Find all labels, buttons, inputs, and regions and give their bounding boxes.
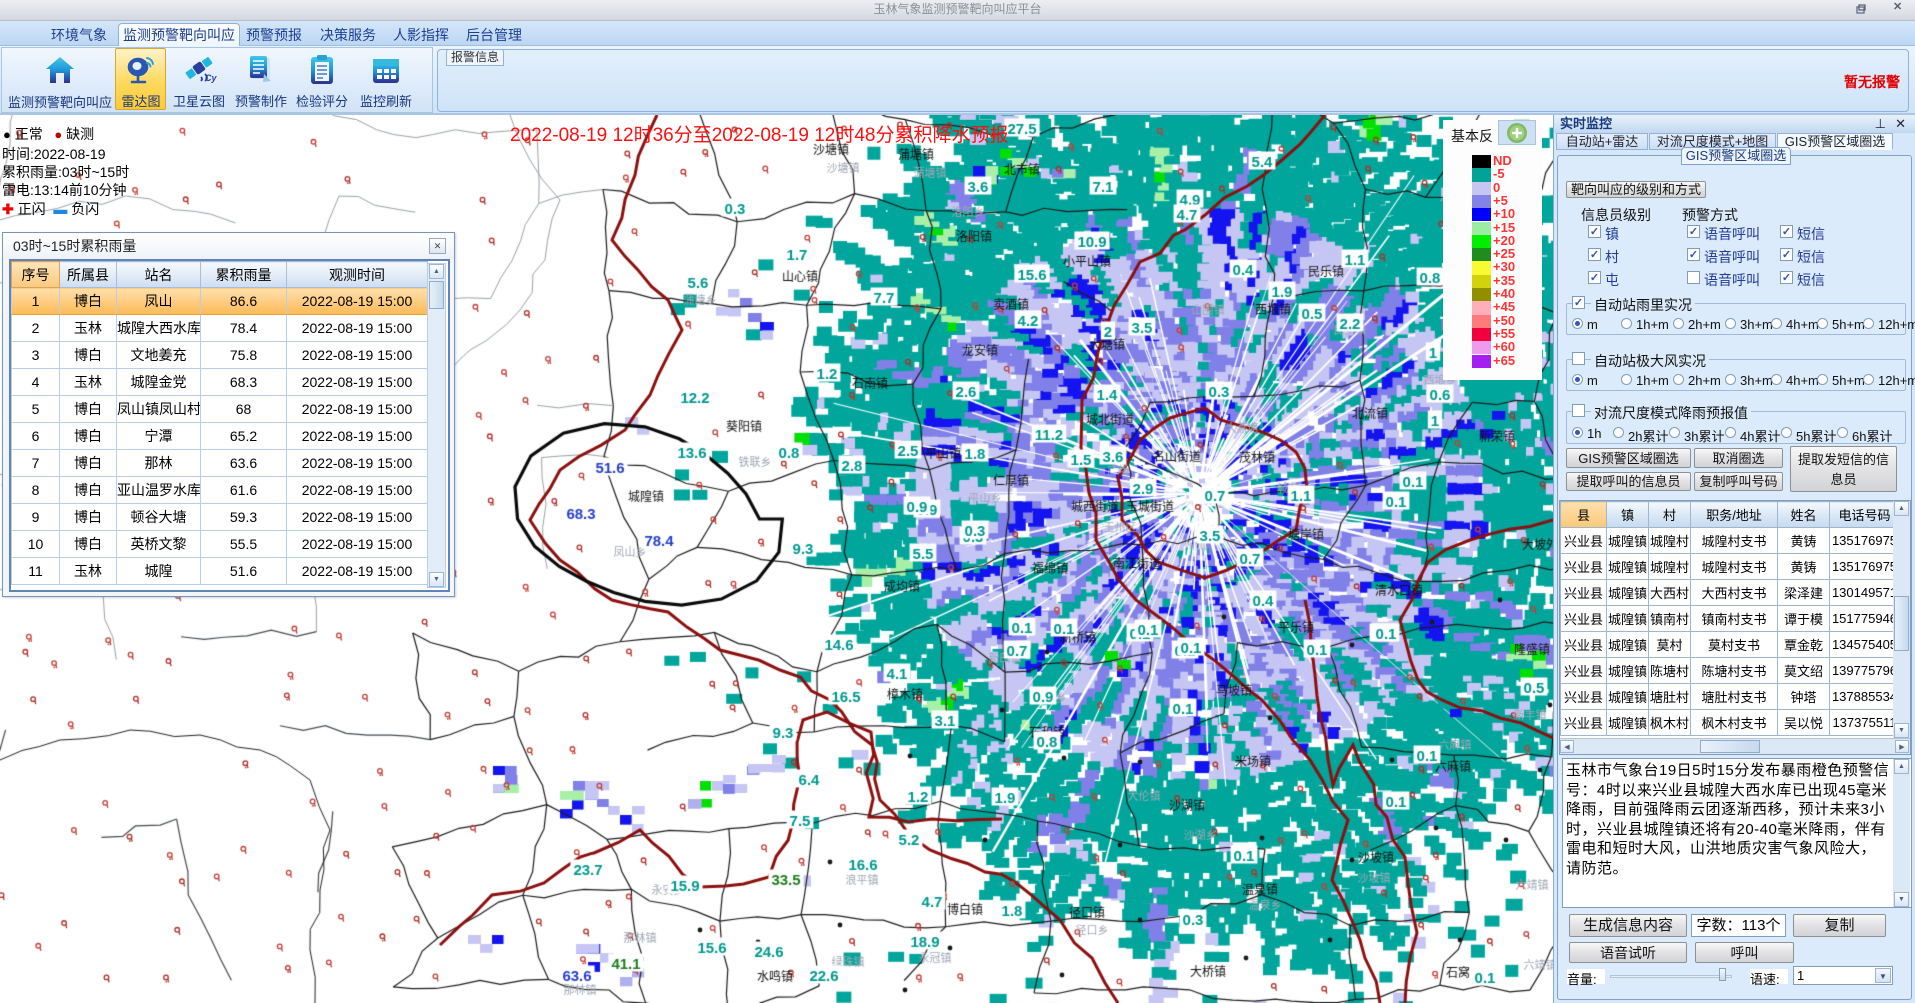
svg-text:Cy: Cy <box>205 73 217 83</box>
